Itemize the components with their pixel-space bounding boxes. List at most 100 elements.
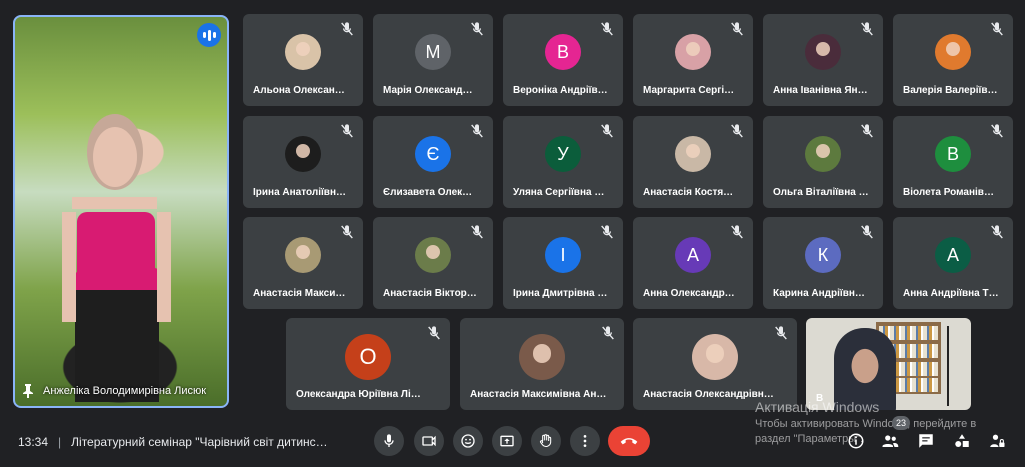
emoji-button[interactable]	[453, 426, 483, 456]
mic-off-icon	[339, 224, 355, 240]
participant-name: Валерія Валеріїв…	[903, 85, 998, 96]
present-screen-icon	[500, 435, 514, 447]
main-speaker-tile[interactable]: Анжеліка Володимирівна Лисюк	[13, 15, 229, 408]
participant-name: Уляна Сергіївна …	[513, 187, 605, 198]
participant-name: Анна Іванівна Ян…	[773, 85, 868, 96]
mic-off-icon	[989, 224, 1005, 240]
participant-tile[interactable]: А Анна Олександр…	[633, 217, 753, 309]
mic-off-icon	[773, 325, 789, 341]
speaker-video	[62, 114, 171, 402]
participant-name: Анна Андріївна Т…	[903, 288, 999, 299]
microphone-icon	[384, 434, 394, 447]
avatar: В	[935, 136, 971, 172]
participant-name: Віолета Романів…	[903, 187, 994, 198]
microphone-button[interactable]	[374, 426, 404, 456]
mic-off-icon	[729, 224, 745, 240]
mic-off-icon	[859, 21, 875, 37]
meeting-details-button[interactable]	[846, 431, 866, 451]
lock-person-icon	[990, 434, 1005, 447]
participant-tile[interactable]: Анна Іванівна Ян…	[763, 14, 883, 106]
participant-name: Анастасія Костя…	[643, 187, 734, 198]
participant-tile[interactable]: О Олександра Юріївна Лі…	[286, 318, 450, 410]
participant-tile[interactable]: Анастасія Олександрівн…	[633, 318, 797, 410]
participant-tile[interactable]: А Анна Андріївна Т…	[893, 217, 1013, 309]
avatar: М	[415, 34, 451, 70]
mic-off-icon	[859, 224, 875, 240]
chat-button[interactable]	[916, 431, 936, 451]
clock: 13:34	[18, 435, 49, 449]
lamp	[947, 326, 949, 406]
participant-tile[interactable]: Ірина Анатоліївн…	[243, 116, 363, 208]
hang-up-icon	[620, 438, 638, 445]
participant-name: Олександра Юріївна Лі…	[296, 389, 421, 400]
avatar: А	[675, 237, 711, 273]
participant-tile[interactable]: Анастасія Віктор…	[373, 217, 493, 309]
participant-tile[interactable]: Анастасія Макси…	[243, 217, 363, 309]
participant-tile[interactable]: Маргарита Сергі…	[633, 14, 753, 106]
present-button[interactable]	[492, 426, 522, 456]
avatar	[935, 34, 971, 70]
mic-off-icon	[599, 224, 615, 240]
participant-tile[interactable]: В Віолета Романів…	[893, 116, 1013, 208]
avatar	[805, 34, 841, 70]
avatar	[805, 136, 841, 172]
participant-name: Вероніка Андріїв…	[513, 85, 608, 96]
participant-name: Анастасія Віктор…	[383, 288, 477, 299]
pin-icon	[23, 384, 33, 398]
chat-icon	[919, 434, 933, 448]
participant-tile[interactable]: Валерія Валеріїв…	[893, 14, 1013, 106]
participant-tile[interactable]: Є Єлизавета Олек…	[373, 116, 493, 208]
participant-tile[interactable]: Анастасія Костя…	[633, 116, 753, 208]
meeting-title: Літературний семінар "Чарівний світ дити…	[71, 435, 328, 449]
participant-tile[interactable]: К Карина Андріївн…	[763, 217, 883, 309]
separator: |	[58, 435, 62, 449]
avatar	[675, 34, 711, 70]
activities-button[interactable]	[952, 431, 972, 451]
participant-video-tile[interactable]: В	[806, 318, 971, 410]
mic-off-icon	[989, 21, 1005, 37]
participant-name: Анна Олександр…	[643, 288, 735, 299]
speaking-indicator-icon	[197, 23, 221, 47]
main-speaker-name: Анжеліка Володимирівна Лисюк	[43, 385, 207, 397]
raise-hand-button[interactable]	[531, 426, 561, 456]
participant-name: Ірина Дмитрівна …	[513, 288, 608, 299]
avatar	[692, 334, 738, 380]
participant-name: Марія Олександ…	[383, 85, 473, 96]
participant-video	[834, 328, 896, 410]
mic-off-icon	[859, 123, 875, 139]
host-controls-button[interactable]	[987, 431, 1007, 451]
mic-off-icon	[339, 123, 355, 139]
control-bar: 13:34 | Літературний семінар "Чарівний с…	[0, 420, 1025, 467]
participant-name: Ольга Віталіївна …	[773, 187, 869, 198]
camera-button[interactable]	[414, 426, 444, 456]
leave-call-button[interactable]	[608, 426, 650, 456]
camera-icon	[422, 435, 436, 447]
mic-off-icon	[426, 325, 442, 341]
avatar	[519, 334, 565, 380]
avatar	[285, 136, 321, 172]
participant-name: Карина Андріївн…	[773, 288, 865, 299]
raise-hand-icon	[539, 434, 552, 447]
mic-off-icon	[469, 123, 485, 139]
participant-tile[interactable]: Альона Олексан…	[243, 14, 363, 106]
more-options-button[interactable]	[570, 426, 600, 456]
participant-tile[interactable]: У Уляна Сергіївна …	[503, 116, 623, 208]
more-vert-icon	[583, 435, 587, 447]
participant-tile[interactable]: В Вероніка Андріїв…	[503, 14, 623, 106]
participants-button[interactable]	[880, 431, 900, 451]
participant-name: Єлизавета Олек…	[383, 187, 473, 198]
participants-count-badge: 23	[892, 416, 910, 430]
avatar: В	[545, 34, 581, 70]
avatar: Є	[415, 136, 451, 172]
participant-name: Ірина Анатоліївн…	[253, 187, 346, 198]
mic-off-icon	[599, 123, 615, 139]
people-icon	[882, 435, 899, 447]
participant-tile[interactable]: Анастасія Максимівна Ан…	[460, 318, 624, 410]
avatar	[285, 237, 321, 273]
participant-tile[interactable]: М Марія Олександ…	[373, 14, 493, 106]
mic-off-icon	[729, 21, 745, 37]
mic-off-icon	[339, 21, 355, 37]
participant-tile[interactable]: І Ірина Дмитрівна …	[503, 217, 623, 309]
participant-tile[interactable]: Ольга Віталіївна …	[763, 116, 883, 208]
mic-off-icon	[469, 21, 485, 37]
